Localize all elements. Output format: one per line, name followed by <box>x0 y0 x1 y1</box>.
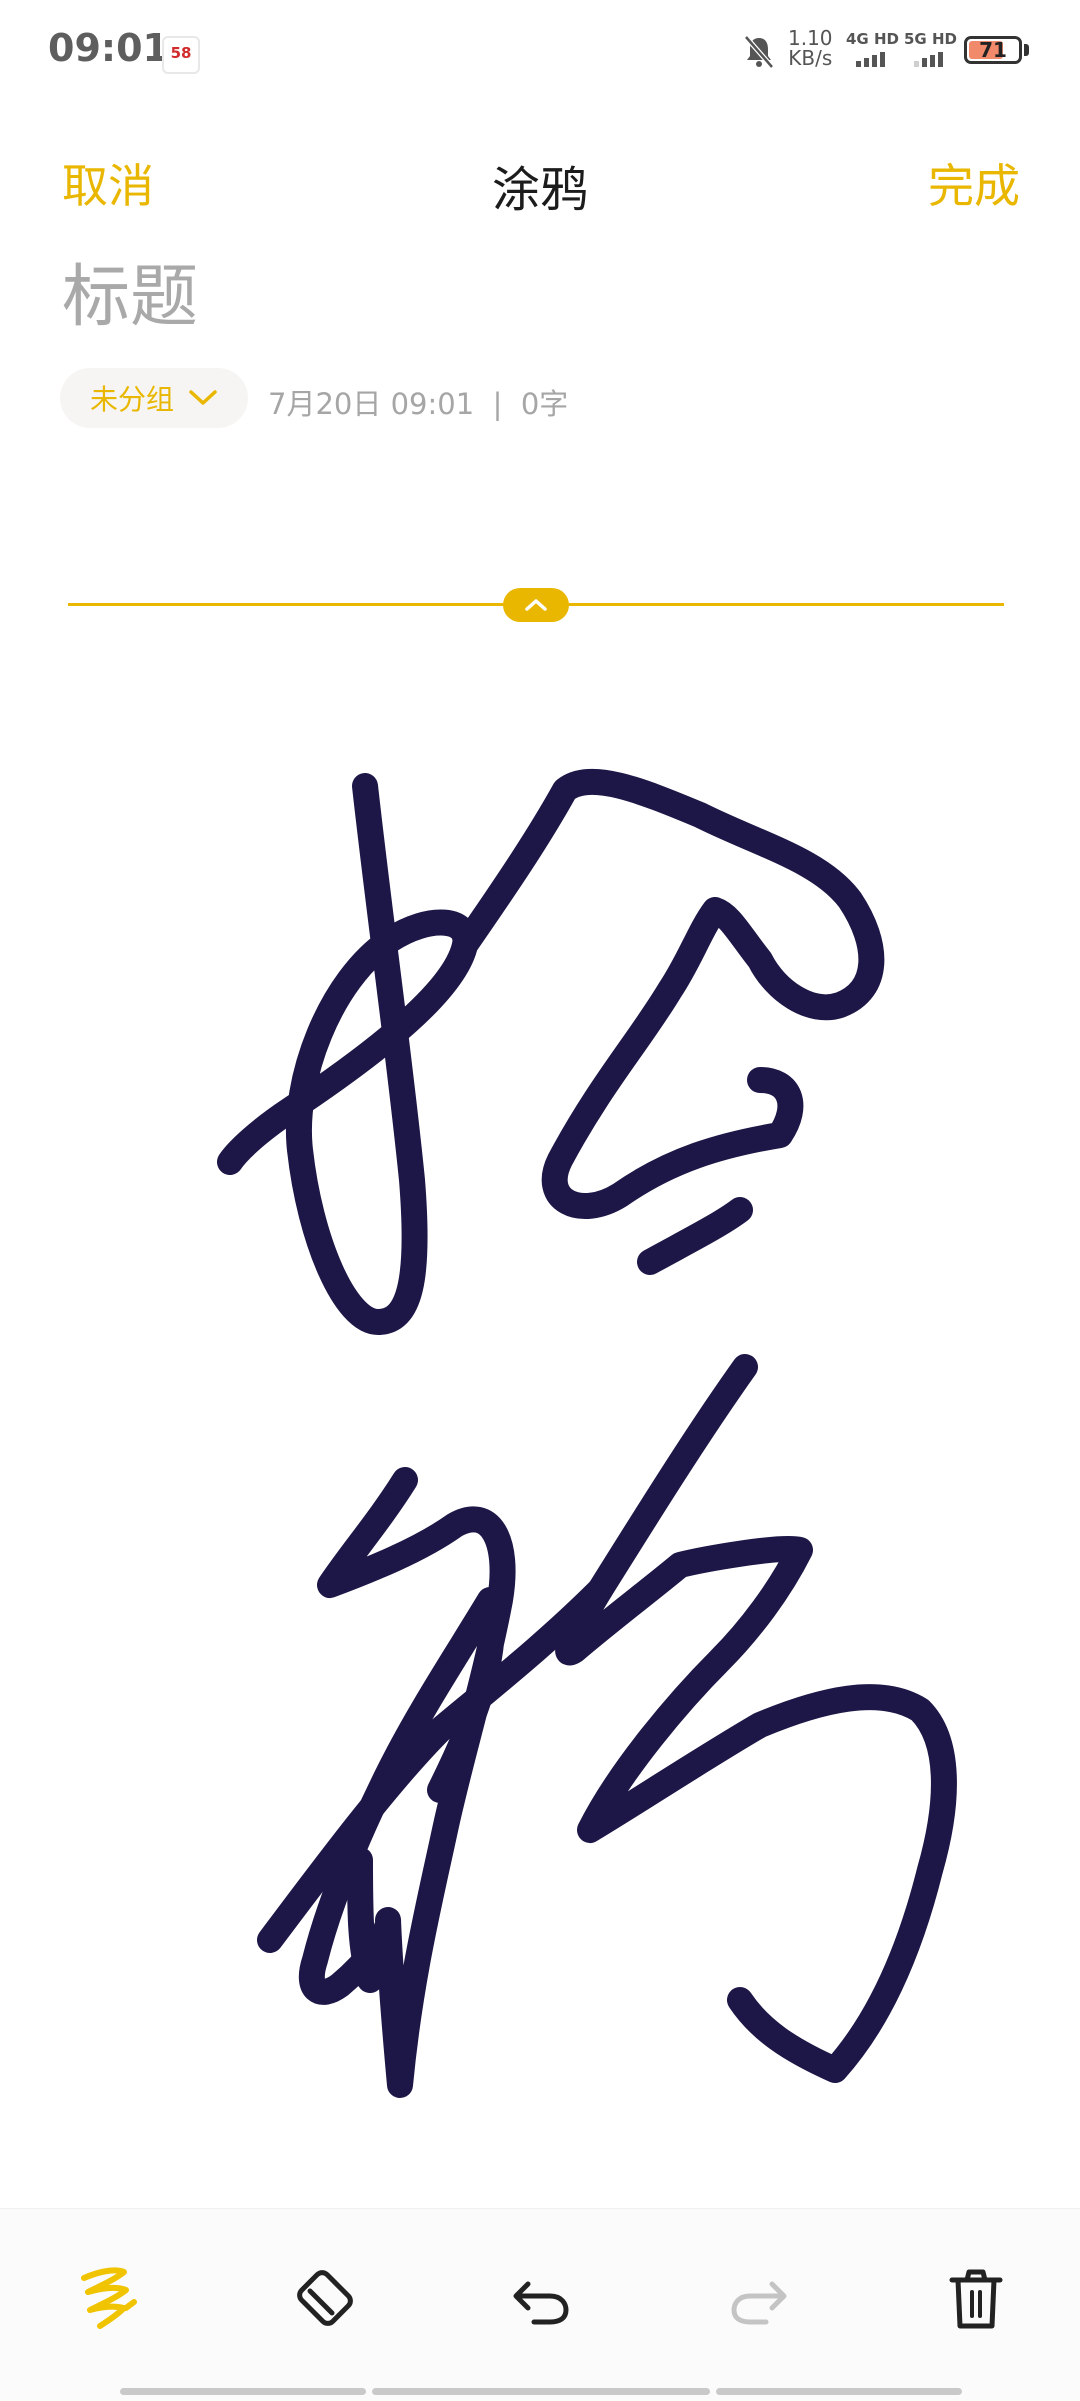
eraser-icon <box>297 2270 353 2326</box>
title-input[interactable] <box>62 258 862 337</box>
redo-button[interactable] <box>718 2256 802 2340</box>
ink-stroke <box>637 1197 753 1275</box>
battery-icon: 71 <box>964 36 1022 64</box>
undo-button[interactable] <box>498 2256 582 2340</box>
chevron-down-icon <box>189 390 217 405</box>
delete-icon <box>949 2269 1003 2329</box>
done-button[interactable]: 完成 <box>928 150 1020 216</box>
sim2-signal-icon <box>914 52 943 67</box>
collapse-handle[interactable] <box>503 588 569 622</box>
note-meta: 7月20日 09:01 | 0字 <box>268 381 568 423</box>
note-date: 7月20日 09:01 <box>268 387 475 421</box>
battery-cap <box>1024 44 1029 56</box>
meta-separator: | <box>492 387 503 421</box>
ink-stroke <box>452 768 885 1219</box>
group-label: 未分组 <box>89 383 174 416</box>
gesture-bar-left <box>120 2388 366 2395</box>
status-time: 09:01 <box>48 26 169 70</box>
undo-icon <box>513 2281 569 2325</box>
gesture-bar-right <box>716 2388 962 2395</box>
network-speed: 1.10 KB/s <box>788 28 833 68</box>
mute-bell-icon <box>744 35 774 69</box>
word-count: 0字 <box>520 387 569 421</box>
pen-icon <box>81 2267 137 2329</box>
ink-stroke <box>555 1354 957 2083</box>
group-selector[interactable]: 未分组 <box>60 368 248 428</box>
sim2-label: 5G HD <box>904 30 957 48</box>
redo-icon <box>731 2281 787 2325</box>
battery-level: 71 <box>979 38 1007 62</box>
page-title: 涂鸦 <box>491 162 588 218</box>
ink-stroke <box>217 773 479 1335</box>
chevron-up-icon <box>525 599 547 611</box>
sim1-label: 4G HD <box>846 30 899 48</box>
ink-stroke <box>347 1847 383 1993</box>
eraser-tool-button[interactable] <box>283 2256 367 2340</box>
app-notification-badge: 58 <box>162 36 200 74</box>
network-speed-unit: KB/s <box>788 46 833 70</box>
delete-button[interactable] <box>934 2256 1018 2340</box>
sim1-signal-icon <box>856 52 885 67</box>
pen-tool-button[interactable] <box>64 2256 148 2340</box>
gesture-bar-center <box>372 2388 710 2395</box>
network-speed-value: 1.10 <box>788 26 833 50</box>
drawing-canvas[interactable] <box>0 640 1080 2200</box>
